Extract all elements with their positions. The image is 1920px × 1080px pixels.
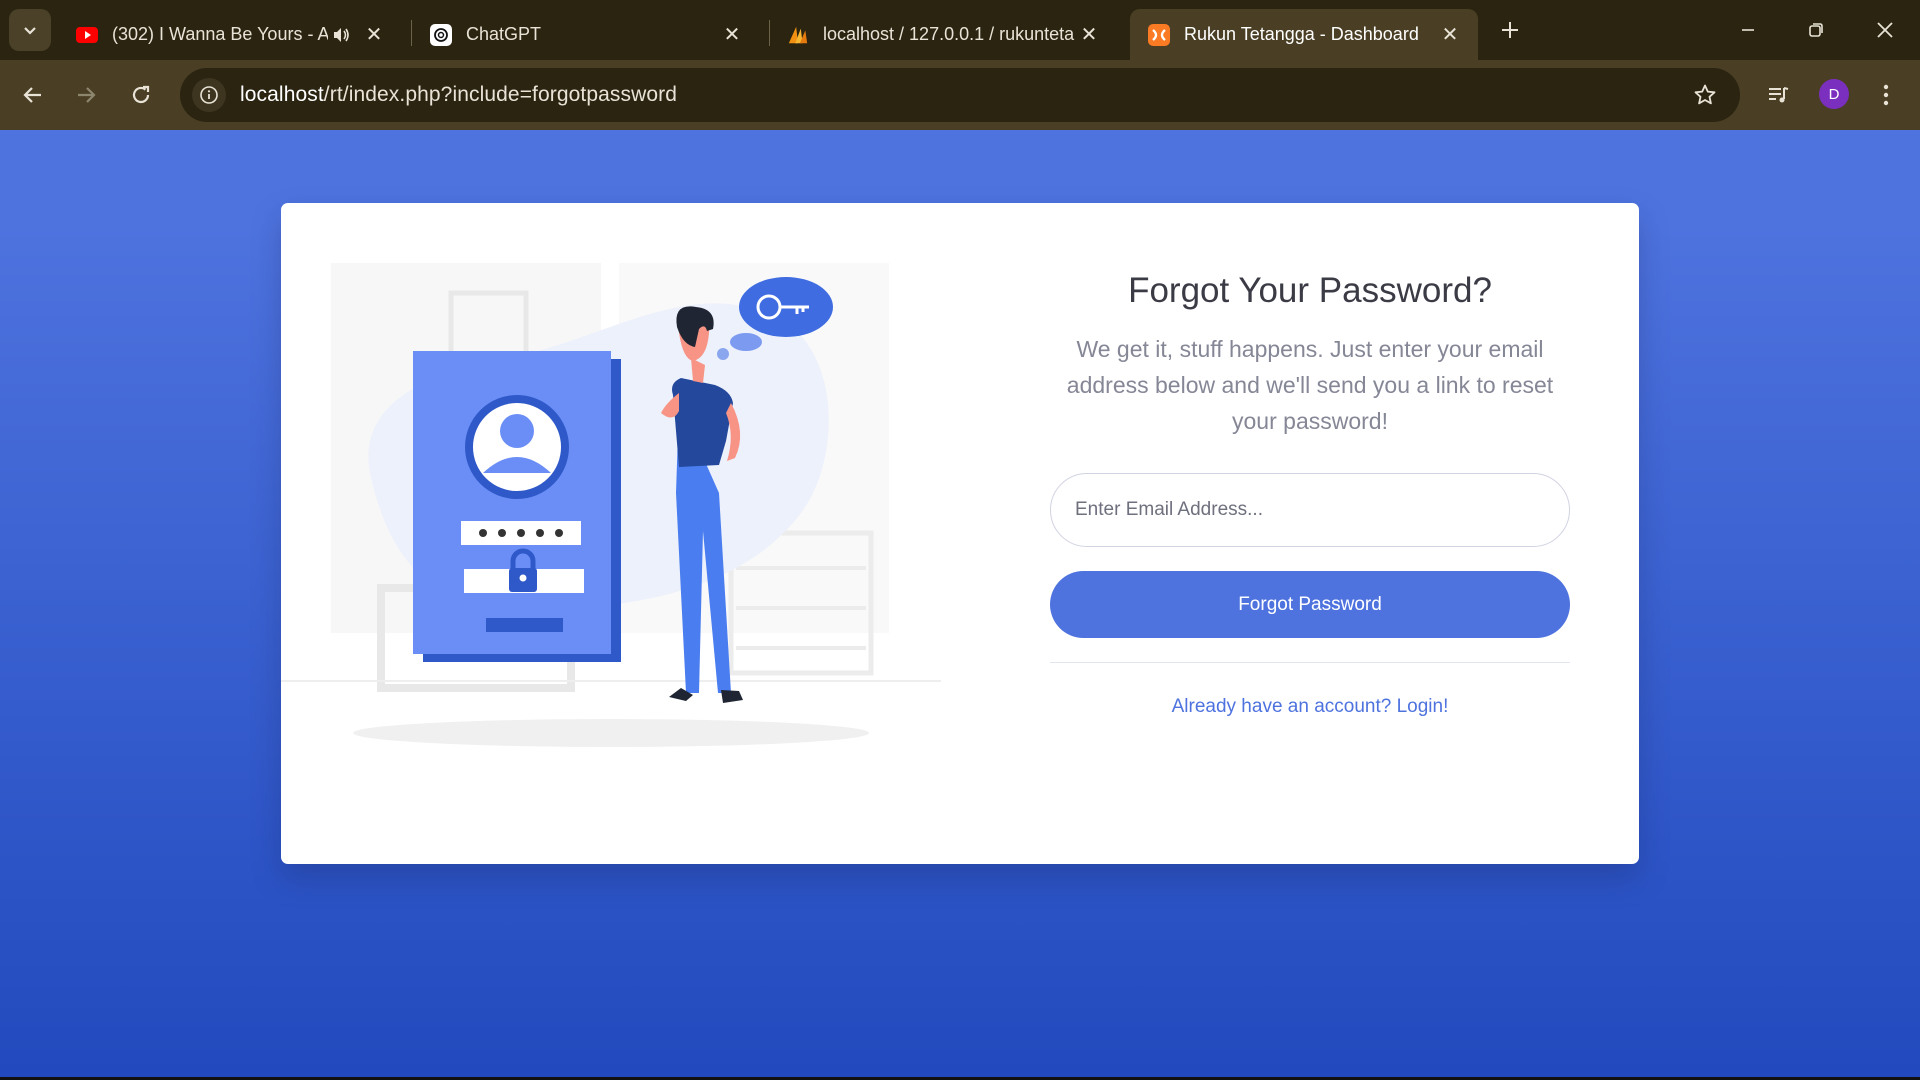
forgot-password-button[interactable]: Forgot Password [1050, 571, 1570, 638]
tab-title: (302) I Wanna Be Yours - Arctic Monkeys [112, 24, 328, 44]
tab-strip: (302) I Wanna Be Yours - Arctic Monkeys … [0, 0, 1920, 60]
media-controls-icon[interactable] [1760, 77, 1796, 113]
close-window-button[interactable] [1862, 10, 1908, 50]
openai-icon [430, 23, 452, 46]
tab-phpmyadmin[interactable]: localhost / 127.0.0.1 / rukuntetangga ✕ [769, 9, 1117, 60]
login-link[interactable]: Already have an account? Login! [1050, 696, 1570, 718]
restore-button[interactable] [1793, 10, 1839, 50]
back-button[interactable] [14, 76, 52, 114]
forgot-password-illustration [281, 263, 941, 747]
arrow-left-icon [23, 87, 41, 103]
minimize-icon [1742, 29, 1754, 31]
menu-kebab-icon[interactable] [1868, 77, 1904, 113]
xampp-icon [1148, 23, 1170, 46]
page-subtitle: We get it, stuff happens. Just enter you… [1066, 336, 1554, 434]
close-icon[interactable]: ✕ [1436, 21, 1464, 49]
divider [1050, 662, 1570, 663]
email-input[interactable] [1050, 473, 1570, 547]
plus-icon [1502, 22, 1518, 38]
browser-toolbar: localhost/rt/index.php?include=forgotpas… [0, 60, 1920, 130]
page-viewport: Forgot Your Password? We get it, stuff h… [0, 130, 1920, 1077]
bookmark-star-icon[interactable] [1690, 80, 1720, 110]
page-title: Forgot Your Password? [1128, 271, 1492, 310]
profile-avatar[interactable]: D [1819, 79, 1849, 109]
new-tab-button[interactable] [1494, 14, 1526, 46]
minimize-button[interactable] [1725, 10, 1771, 50]
phpmyadmin-icon [787, 24, 809, 46]
address-bar[interactable]: localhost/rt/index.php?include=forgotpas… [180, 68, 1740, 122]
tab-chatgpt[interactable]: ChatGPT ✕ [412, 9, 760, 60]
url-text: localhost/rt/index.php?include=forgotpas… [240, 83, 677, 107]
speaker-icon[interactable] [328, 22, 354, 48]
tab-title: localhost / 127.0.0.1 / rukuntetangga [823, 24, 1075, 44]
reload-button[interactable] [122, 76, 160, 114]
tab-youtube[interactable]: (302) I Wanna Be Yours - Arctic Monkeys … [58, 9, 402, 60]
url-path: /rt/index.php?include=forgotpassword [323, 83, 678, 106]
tab-title: Rukun Tetangga - Dashboard [1184, 24, 1419, 44]
arrow-right-icon [78, 87, 96, 103]
site-info-icon[interactable] [192, 78, 226, 112]
close-icon [1877, 22, 1893, 38]
chevron-down-icon [24, 27, 36, 35]
reload-icon [132, 85, 150, 104]
close-icon[interactable]: ✕ [718, 21, 746, 49]
forward-button[interactable] [67, 76, 105, 114]
restore-icon [1809, 23, 1823, 37]
url-host: localhost [240, 83, 324, 106]
tab-rukun-tetangga[interactable]: Rukun Tetangga - Dashboard ✕ [1130, 9, 1478, 60]
tab-search-button[interactable] [9, 9, 51, 51]
close-icon[interactable]: ✕ [360, 21, 388, 49]
close-icon[interactable]: ✕ [1075, 21, 1103, 49]
tab-title: ChatGPT [466, 24, 542, 44]
forgot-password-card: Forgot Your Password? We get it, stuff h… [281, 203, 1639, 864]
youtube-icon [76, 24, 98, 46]
